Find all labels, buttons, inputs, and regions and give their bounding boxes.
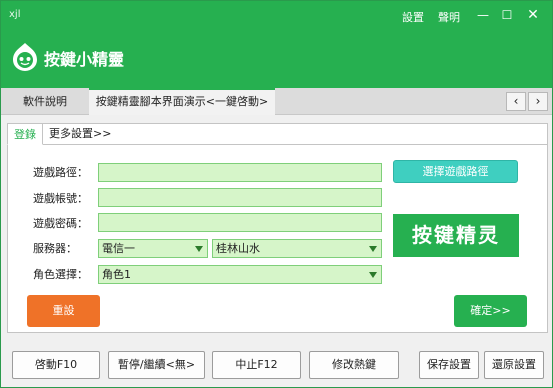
statement-link[interactable]: 聲明 [438, 9, 460, 25]
account-label: 遊戲帳號： [33, 192, 88, 205]
minimize-button[interactable]: — [472, 6, 494, 24]
edit-hotkey-button[interactable]: 修改熱鍵 [309, 351, 399, 379]
window-title: xjl [9, 9, 21, 20]
start-button[interactable]: 啓動F10 [12, 351, 100, 379]
top-links: 設置 聲明 [402, 9, 460, 25]
password-label: 遊戲密碼： [33, 217, 88, 230]
subtab-more-settings[interactable]: 更多設置>> [43, 123, 117, 145]
tab-software-info[interactable]: 軟件說明 [1, 88, 89, 115]
restore-settings-button[interactable]: 還原設置 [484, 351, 544, 379]
pause-resume-button[interactable]: 暫停/繼續<無> [108, 351, 205, 379]
tab-prev-button[interactable]: ‹ [506, 92, 526, 111]
server-isp-select[interactable]: 電信一 [98, 239, 208, 258]
close-button[interactable]: ✕ [522, 6, 544, 24]
choose-path-button[interactable]: 選擇遊戲路徑 [393, 160, 518, 183]
role-label: 角色選擇： [33, 268, 88, 281]
promo-banner: 按键精灵 [393, 214, 519, 257]
chevron-down-icon [195, 246, 203, 252]
main-tab-strip: 軟件說明 按鍵精靈腳本界面演示<一鍵啓動> ‹ › [1, 88, 552, 115]
tab-script-demo[interactable]: 按鍵精靈腳本界面演示<一鍵啓動> [89, 88, 275, 115]
role-value: 角色1 [102, 268, 131, 281]
server-area-value: 桂林山水 [216, 242, 260, 255]
server-isp-value: 電信一 [102, 242, 135, 255]
confirm-button[interactable]: 確定>> [454, 295, 527, 327]
green-sprite-logo-icon [13, 43, 37, 71]
password-field[interactable] [98, 213, 382, 232]
role-select[interactable]: 角色1 [98, 265, 382, 284]
game-path-label: 遊戲路徑： [33, 166, 88, 179]
subtabs: 登錄 更多設置>> [7, 123, 117, 145]
tab-next-button[interactable]: › [528, 92, 548, 111]
server-area-select[interactable]: 桂林山水 [212, 239, 382, 258]
chevron-down-icon [369, 272, 377, 278]
settings-link[interactable]: 設置 [402, 9, 424, 25]
reset-button[interactable]: 重設 [27, 295, 100, 327]
chevron-down-icon [369, 246, 377, 252]
maximize-button[interactable]: ☐ [496, 6, 518, 24]
brand-name: 按鍵小精靈 [44, 50, 125, 69]
server-label: 服務器： [33, 242, 77, 255]
save-settings-button[interactable]: 保存設置 [419, 351, 479, 379]
subtab-login[interactable]: 登錄 [7, 123, 43, 145]
app-window: xjl 設置 聲明 — ☐ ✕ 按鍵小精靈 軟件說明 按鍵精靈腳本界面演示<一鍵… [0, 0, 553, 388]
game-path-field[interactable] [98, 163, 382, 182]
account-field[interactable] [98, 188, 382, 207]
title-bar: xjl 設置 聲明 — ☐ ✕ 按鍵小精靈 [1, 1, 552, 88]
stop-button[interactable]: 中止F12 [212, 351, 301, 379]
